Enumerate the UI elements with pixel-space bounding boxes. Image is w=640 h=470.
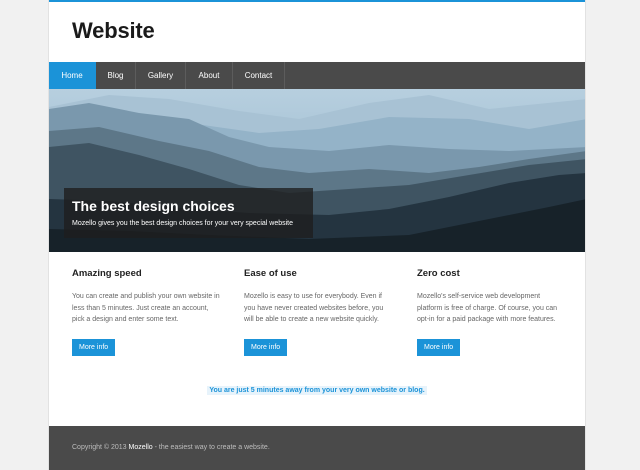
nav-item-about[interactable]: About <box>186 62 233 89</box>
nav-item-home[interactable]: Home <box>49 62 96 89</box>
hero-subtitle: Mozello gives you the best design choice… <box>72 220 293 227</box>
footer: Copyright © 2013 Mozello - the easiest w… <box>49 426 585 470</box>
main-nav: Home Blog Gallery About Contact <box>49 62 585 89</box>
more-info-button[interactable]: More info <box>244 339 288 356</box>
hero-caption-box: The best design choices Mozello gives yo… <box>64 188 313 238</box>
page: Website Home Blog Gallery About Contact <box>48 0 586 470</box>
nav-item-blog[interactable]: Blog <box>96 62 136 89</box>
footer-prefix: Copyright © 2013 <box>72 444 129 451</box>
cta-text[interactable]: You are just 5 minutes away from your ve… <box>207 386 427 395</box>
footer-copyright: Copyright © 2013 Mozello - the easiest w… <box>72 444 270 451</box>
feature-text: Mozello's self-service web development p… <box>417 293 558 323</box>
site-title[interactable]: Website <box>72 18 155 44</box>
nav-item-contact[interactable]: Contact <box>233 62 285 89</box>
nav-item-gallery[interactable]: Gallery <box>136 62 186 89</box>
feature-text: Mozello is easy to use for everybody. Ev… <box>244 293 384 323</box>
hero-banner: The best design choices Mozello gives yo… <box>49 89 585 252</box>
footer-brand-link[interactable]: Mozello <box>129 444 153 451</box>
hero-title: The best design choices <box>72 198 235 214</box>
feature-zero-cost: Zero cost Mozello's self-service web dev… <box>417 268 565 356</box>
feature-text: You can create and publish your own webs… <box>72 293 220 323</box>
feature-amazing-speed: Amazing speed You can create and publish… <box>72 268 220 356</box>
feature-ease-of-use: Ease of use Mozello is easy to use for e… <box>244 268 392 356</box>
more-info-button[interactable]: More info <box>417 339 461 356</box>
feature-title: Ease of use <box>244 268 297 279</box>
more-info-button[interactable]: More info <box>72 339 116 356</box>
top-accent-line <box>49 0 585 2</box>
feature-title: Zero cost <box>417 268 460 279</box>
cta-banner: You are just 5 minutes away from your ve… <box>49 386 585 395</box>
footer-suffix: - the easiest way to create a website. <box>152 444 270 451</box>
feature-title: Amazing speed <box>72 268 142 279</box>
